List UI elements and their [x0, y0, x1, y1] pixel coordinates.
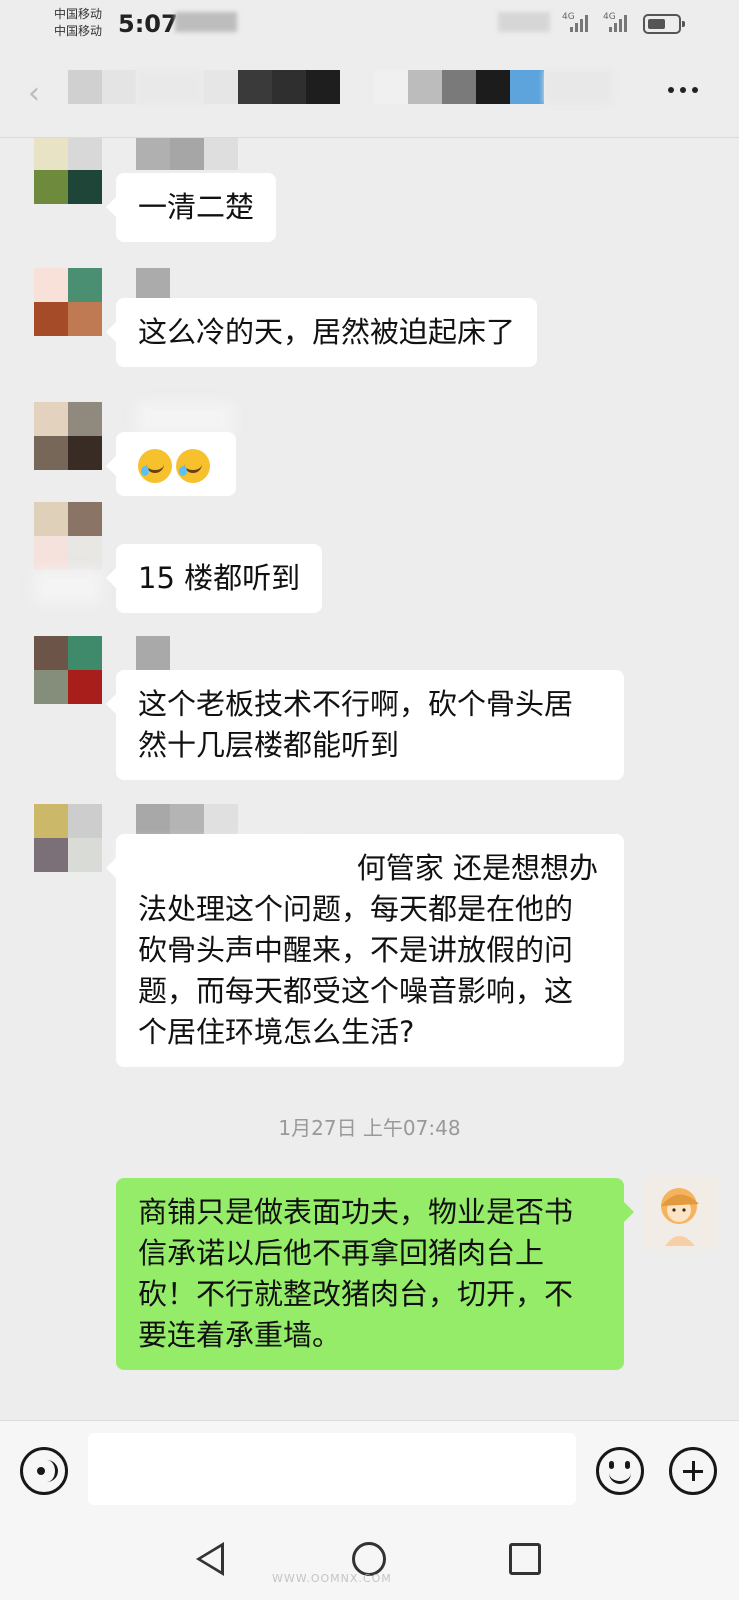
avatar[interactable]	[34, 402, 102, 470]
message-row: 商铺只是做表面功夫，物业是否书 信承诺以后他不再拿回猪肉台上 砍！不行就整改猪肉…	[0, 1176, 739, 1378]
chat-header: ‹	[0, 48, 739, 138]
clock: 5:07	[118, 10, 178, 38]
sender-name-redacted	[136, 268, 170, 302]
message-bubble[interactable]: 这个老板技术不行啊，砍个骨头居 然十几层楼都能听到	[106, 670, 624, 780]
system-nav-bar	[0, 1520, 739, 1600]
signal-icon	[570, 14, 594, 32]
message-bubble[interactable]: 这么冷的天，居然被迫起床了	[105, 298, 538, 367]
message-row: 这个老板技术不行啊，砍个骨头居 然十几层楼都能听到	[0, 636, 739, 786]
nav-home-icon[interactable]	[352, 1542, 386, 1576]
nav-recents-icon[interactable]	[509, 1543, 541, 1575]
message-row	[0, 388, 739, 498]
emoji-button-icon[interactable]	[596, 1447, 644, 1495]
sender-name-redacted	[136, 636, 170, 670]
input-bar	[0, 1420, 739, 1520]
cartoon-avatar-icon	[661, 1188, 699, 1246]
watermark: WWW.OOMNX.COM	[272, 1572, 392, 1585]
more-options-icon[interactable]	[668, 80, 708, 100]
message-input[interactable]	[88, 1433, 576, 1505]
avatar[interactable]	[34, 804, 102, 872]
avatar[interactable]	[34, 138, 102, 204]
message-bubble[interactable]: 15 楼都听到	[105, 544, 323, 613]
status-redacted	[175, 12, 237, 32]
my-avatar[interactable]	[643, 1176, 717, 1250]
laughing-emoji-icon	[176, 449, 210, 483]
message-row: 15 楼都听到	[0, 502, 739, 622]
battery-icon	[643, 14, 685, 34]
message-row: 这么冷的天，居然被迫起床了	[0, 268, 739, 378]
carrier-1: 中国移动	[54, 7, 103, 21]
message-list[interactable]: 一清二楚 这么冷的天，居然被迫起床了 15 楼都听到 这个老板技术不行啊，砍个骨…	[0, 138, 739, 1420]
timestamp: 1月27日 上午07:48	[278, 1116, 461, 1140]
carrier-info: 中国移动 中国移动	[54, 6, 102, 40]
avatar[interactable]	[34, 268, 102, 336]
back-arrow-icon[interactable]: ‹	[28, 76, 56, 111]
message-bubble-outgoing[interactable]: 商铺只是做表面功夫，物业是否书 信承诺以后他不再拿回猪肉台上 砍！不行就整改猪肉…	[116, 1178, 634, 1370]
signal-icon-2	[609, 14, 633, 32]
avatar[interactable]	[34, 636, 102, 704]
voice-input-icon[interactable]	[20, 1447, 68, 1495]
status-bar: 中国移动 中国移动 5:07 4G 4G	[0, 0, 739, 48]
message-row: 一清二楚	[0, 138, 739, 248]
message-row: 何管家 还是想想办 法处理这个问题，每天都是在他的 砍骨头声中醒来，不是讲放假的…	[0, 804, 739, 1067]
laughing-emoji-icon	[138, 449, 172, 483]
sender-name-redacted	[136, 138, 238, 170]
sender-name-redacted	[136, 804, 238, 838]
title-redacted	[68, 70, 102, 104]
message-bubble[interactable]: 一清二楚	[105, 173, 277, 242]
emoji-message-bubble[interactable]	[106, 432, 236, 496]
carrier-2: 中国移动	[54, 24, 103, 38]
status-redacted-2	[498, 12, 550, 32]
more-actions-plus-icon[interactable]	[669, 1447, 717, 1495]
avatar[interactable]	[34, 502, 102, 570]
